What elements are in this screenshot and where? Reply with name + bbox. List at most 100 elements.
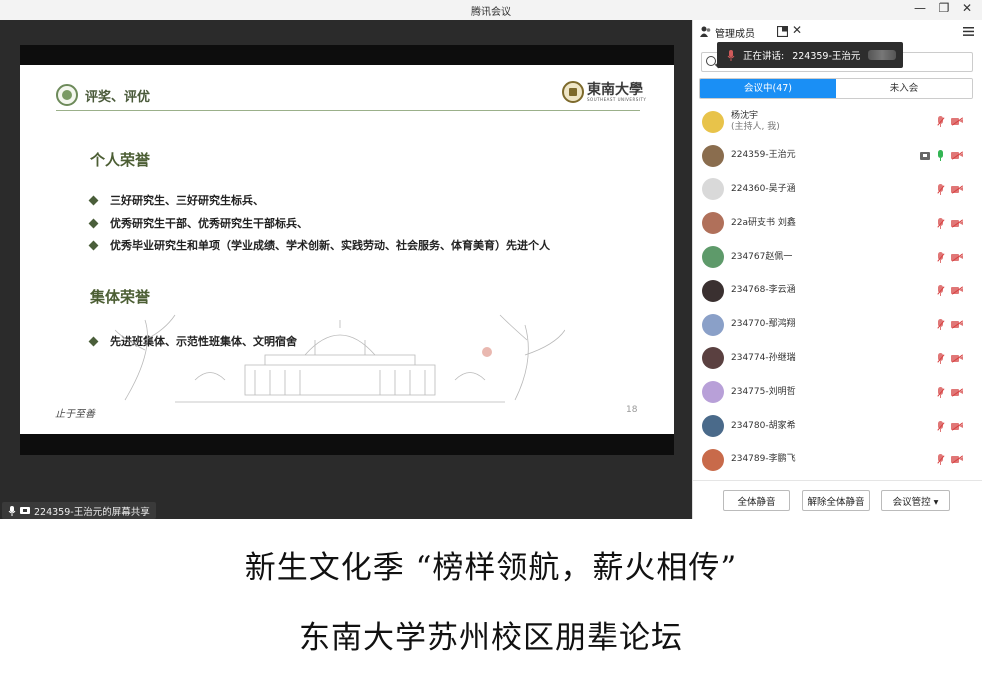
member-row[interactable]: 224360-吴子涵	[693, 173, 982, 207]
member-status-icons	[937, 342, 963, 376]
bullet-text: 优秀研究生干部、优秀研究生干部标兵、	[110, 217, 308, 230]
speaking-name: 224359-王治元	[792, 51, 861, 62]
member-status-icons	[920, 139, 963, 173]
camera-off-icon[interactable]	[951, 219, 963, 228]
member-row[interactable]: 234775-刘明哲	[693, 375, 982, 409]
microphone-muted-icon[interactable]	[937, 285, 944, 297]
panel-title: 管理成员	[715, 29, 755, 40]
panel-header: 管理成员 ✕	[693, 20, 982, 44]
blurred-avatar	[868, 50, 897, 60]
campus-building-sketch	[115, 314, 565, 403]
microphone-muted-icon[interactable]	[937, 217, 944, 229]
microphone-muted-icon[interactable]	[937, 454, 944, 466]
microphone-muted-icon[interactable]	[937, 352, 944, 364]
member-row[interactable]: 杨沈宇 (主持人, 我)	[693, 105, 982, 139]
camera-off-icon[interactable]	[951, 253, 963, 262]
member-row[interactable]: 234780-胡家希	[693, 409, 982, 443]
restore-icon[interactable]: ❐	[935, 1, 953, 15]
member-status-icons	[937, 173, 963, 207]
member-row[interactable]: 234789-李鹏飞	[693, 443, 982, 477]
menu-icon[interactable]	[963, 27, 974, 36]
caption-line-1: 新生文化季 “榜样领航，薪火相传”	[244, 550, 738, 586]
close-panel-icon[interactable]: ✕	[792, 23, 802, 37]
microphone-muted-icon[interactable]	[937, 386, 944, 398]
title-bar: 腾讯会议 — ❐ ✕	[0, 0, 982, 20]
unmute-all-button[interactable]: 解除全体静音	[802, 490, 870, 511]
microphone-muted-icon[interactable]	[937, 251, 944, 263]
member-name-block: 杨沈宇 (主持人, 我)	[731, 111, 780, 133]
speaking-label: 正在讲话:	[743, 51, 785, 62]
window-title: 腾讯会议	[471, 7, 511, 18]
member-name: 234767赵佩一	[731, 251, 793, 262]
member-status-icons	[937, 274, 963, 308]
member-row[interactable]: 22a研支书 刘鑫	[693, 206, 982, 240]
slide-header-title: 评奖、评优	[85, 90, 151, 105]
camera-off-icon[interactable]	[951, 151, 963, 160]
microphone-on-icon[interactable]	[937, 150, 944, 162]
avatar	[702, 178, 724, 201]
member-row[interactable]: 224359-王治元	[693, 139, 982, 173]
pop-out-icon[interactable]	[777, 26, 788, 37]
member-row[interactable]: 234768-李云涵	[693, 274, 982, 308]
member-name-block: 234774-孙继瑞	[731, 353, 796, 364]
speaking-mic-icon	[727, 49, 735, 61]
member-tabs: 会议中(47) 未入会	[699, 78, 973, 99]
screen-share-label: 224359-王治元的屏幕共享	[2, 502, 156, 519]
logo-text: 東南大學	[587, 81, 643, 98]
avatar	[702, 347, 724, 370]
camera-off-icon[interactable]	[951, 117, 963, 126]
member-name-block: 22a研支书 刘鑫	[731, 218, 796, 229]
meeting-window: 腾讯会议 — ❐ ✕ 评奖、评优 東南大學 SOUTHEAST UNIVERSI…	[0, 0, 982, 519]
mute-all-button[interactable]: 全体静音	[723, 490, 790, 511]
speaking-tooltip: 正在讲话: 224359-王治元	[717, 42, 903, 68]
member-name-block: 224360-吴子涵	[731, 184, 796, 195]
member-name-block: 234780-胡家希	[731, 421, 796, 432]
member-name: 22a研支书 刘鑫	[731, 217, 796, 228]
member-name: 234775-刘明哲	[731, 386, 796, 397]
avatar	[702, 144, 724, 167]
slide-motto: 止于至善	[55, 409, 95, 420]
tab-in-meeting[interactable]: 会议中(47)	[700, 79, 836, 98]
section-title-collective: 集体荣誉	[90, 288, 151, 306]
camera-off-icon[interactable]	[951, 388, 963, 397]
member-row[interactable]: 234774-孙继瑞	[693, 342, 982, 376]
diamond-bullet-icon	[88, 195, 99, 205]
camera-off-icon[interactable]	[951, 354, 963, 363]
diamond-bullet-icon	[88, 240, 99, 250]
diamond-bullet-icon	[88, 218, 99, 228]
avatar	[702, 246, 724, 269]
member-list: 杨沈宇 (主持人, 我) 224359-王治元 224360-吴子涵 22a研支书 刘鑫…	[693, 105, 982, 477]
microphone-muted-icon[interactable]	[937, 116, 944, 128]
member-management-panel: 管理成员 ✕ 正在讲话: 224359-王治元 会议中(47) 未入会 杨沈宇 …	[692, 20, 982, 519]
tab-not-joined[interactable]: 未入会	[836, 79, 972, 98]
bullet-text: 优秀毕业研究生和单项（学业成绩、学术创新、实践劳动、社会服务、体育美育）先进个人	[110, 239, 550, 252]
avatar	[702, 212, 724, 235]
member-name: 234770-鄢鸿翔	[731, 319, 796, 330]
camera-off-icon[interactable]	[951, 422, 963, 431]
bullet-item: 优秀毕业研究生和单项（学业成绩、学术创新、实践劳动、社会服务、体育美育）先进个人	[88, 237, 550, 253]
member-name: 224360-吴子涵	[731, 183, 796, 194]
member-row[interactable]: 234767赵佩一	[693, 240, 982, 274]
camera-off-icon[interactable]	[951, 455, 963, 464]
bullet-item: 优秀研究生干部、优秀研究生干部标兵、	[88, 215, 308, 231]
camera-off-icon[interactable]	[951, 320, 963, 329]
microphone-icon	[8, 505, 16, 516]
camera-off-icon[interactable]	[951, 286, 963, 295]
microphone-muted-icon[interactable]	[937, 319, 944, 331]
meeting-controls-button[interactable]: 会议管控 ▾	[881, 490, 950, 511]
member-status-icons	[937, 308, 963, 342]
member-status-icons	[937, 206, 963, 240]
camera-off-icon[interactable]	[951, 185, 963, 194]
microphone-muted-icon[interactable]	[937, 183, 944, 195]
minimize-icon[interactable]: —	[911, 1, 929, 15]
member-row[interactable]: 234770-鄢鸿翔	[693, 308, 982, 342]
member-status-icons	[937, 240, 963, 274]
caption-line-2: 东南大学苏州校区朋辈论坛	[299, 620, 683, 656]
section-title-personal: 个人荣誉	[90, 151, 151, 169]
microphone-muted-icon[interactable]	[937, 420, 944, 432]
member-name: 234780-胡家希	[731, 420, 796, 431]
header-divider	[56, 110, 640, 111]
member-name: 224359-王治元	[731, 150, 796, 161]
member-name: 杨沈宇	[731, 110, 759, 121]
close-icon[interactable]: ✕	[958, 1, 976, 15]
